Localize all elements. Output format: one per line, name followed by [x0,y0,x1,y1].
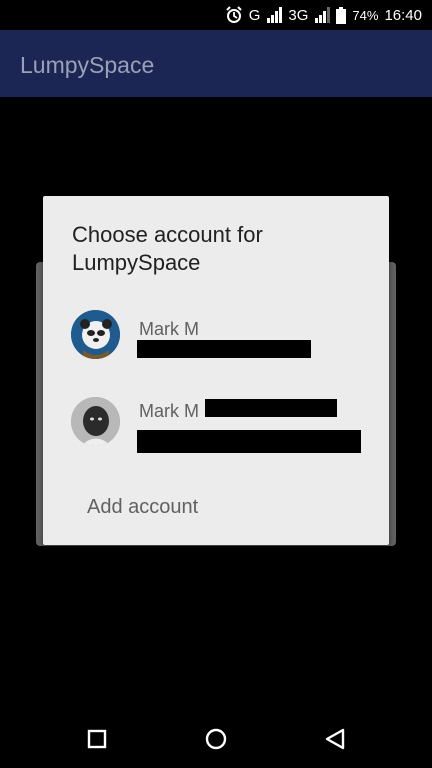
account-item[interactable]: Mark M [43,300,389,372]
clock: 16:40 [384,6,422,24]
dialog-title: Choose account for LumpySpace [72,222,263,275]
person-avatar-icon [71,397,120,446]
account-name: Mark M [139,401,199,421]
add-account-button[interactable]: Add account [87,496,198,519]
network-g-label: G [248,6,261,24]
status-bar: G 3G 74% 16:40 [0,0,432,30]
home-icon[interactable] [203,726,229,752]
battery-percent: 74% [352,7,379,23]
network-3g-label: 3G [288,6,309,24]
recents-icon[interactable] [84,726,110,752]
account-item[interactable]: Mark M [43,384,389,456]
account-name: Mark M [139,319,199,339]
redacted-email [137,430,361,453]
alarm-icon [226,6,242,23]
battery-icon [336,6,347,24]
account-chooser-dialog: Choose account for LumpySpace Mark M Mar… [43,196,389,545]
app-bar: LumpySpace [0,30,432,97]
signal-icon [267,7,283,23]
signal-icon [315,7,331,23]
back-icon[interactable] [322,726,348,752]
navigation-bar [0,708,432,768]
panda-avatar-icon [71,310,120,359]
status-icons: G 3G 74% 16:40 [225,6,422,24]
app-title: LumpySpace [20,52,155,78]
redacted-name [205,399,337,417]
redacted-email [137,340,311,358]
